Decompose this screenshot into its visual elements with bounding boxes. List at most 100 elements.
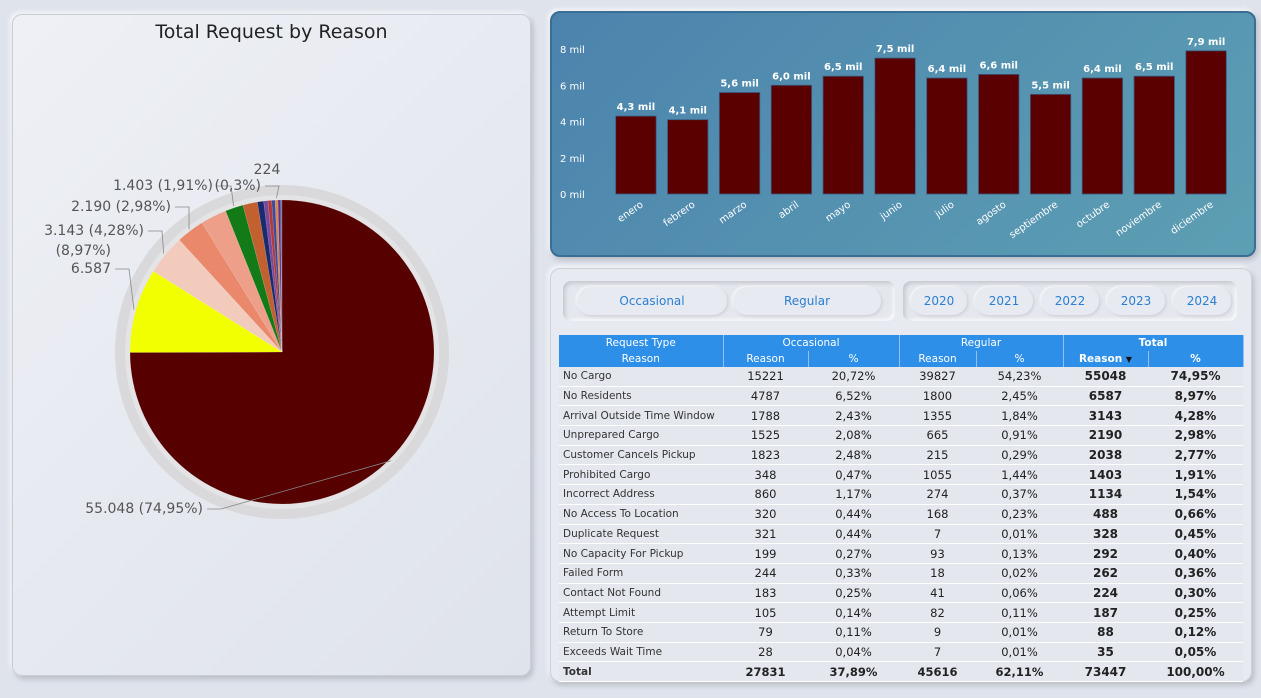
pie-chart-card: Total Request by Reason 55.048 (74,95%) 6… <box>12 14 531 676</box>
table-row[interactable]: No Access To Location 320 0,44% 168 0,23% 488… <box>559 504 1243 525</box>
bar[interactable] <box>1185 50 1227 195</box>
header-reason[interactable]: Reason <box>559 351 724 367</box>
cell-total-pct: 1,54% <box>1148 484 1243 505</box>
cell-reason-label: Duplicate Request <box>559 524 723 545</box>
cell-reason-label: Contact Not Found <box>559 583 723 604</box>
x-tick-label: enero <box>616 199 646 224</box>
cell-total-count: 35 <box>1063 642 1148 663</box>
x-tick-label: noviembre <box>1114 199 1164 239</box>
sub-header-row: Reason Reason % Reason % Reason ▼ % <box>559 351 1244 367</box>
cell-occasional-pct: 20,72% <box>808 367 899 387</box>
table-row[interactable]: Return To Store 79 0,11% 9 0,01% 88 0,12% <box>559 622 1243 643</box>
slicer-year-2023[interactable]: 2023 <box>1107 287 1165 315</box>
x-tick-label: septiembre <box>1008 199 1061 241</box>
table-row[interactable]: No Cargo 15221 20,72% 39827 54,23% 55048 74,95… <box>559 367 1243 387</box>
table-row[interactable]: Failed Form 244 0,33% 18 0,02% 262 0,36% <box>559 563 1243 584</box>
slicer-year-2020[interactable]: 2020 <box>911 287 967 315</box>
sort-desc-icon[interactable]: ▼ <box>1126 355 1132 364</box>
cell-regular-count: 39827 <box>899 367 976 387</box>
table-row[interactable]: Arrival Outside Time Window 1788 2,43% 1355… <box>559 405 1243 427</box>
table-row[interactable]: Contact Not Found 183 0,25% 41 0,06% 224 0,30% <box>559 583 1243 604</box>
cell-total-pct: 0,45% <box>1148 524 1243 545</box>
bar-data-label: 7,5 mil <box>876 44 914 55</box>
cell-occasional-count: 1525 <box>723 425 808 446</box>
header-regular-pct[interactable]: % <box>976 351 1064 367</box>
bar[interactable] <box>615 115 657 195</box>
bar-data-label: 6,5 mil <box>1135 62 1173 73</box>
cell-regular-pct: 54,23% <box>976 367 1063 387</box>
bar[interactable] <box>770 84 813 195</box>
header-total-reason[interactable]: Reason ▼ <box>1063 351 1149 367</box>
bar[interactable] <box>926 77 968 195</box>
cell-regular-pct: 62,11% <box>976 661 1063 682</box>
table-row[interactable]: Incorrect Address 860 1,17% 274 0,37% 1134 1,5… <box>559 484 1243 505</box>
cell-reason-label: Failed Form <box>559 563 723 584</box>
header-regular-reason[interactable]: Reason <box>899 351 977 367</box>
cell-occasional-pct: 0,33% <box>808 563 899 584</box>
slicer-year-2022[interactable]: 2022 <box>1041 287 1099 315</box>
reason-matrix-table: Request Type Occasional Regular Total Re… <box>559 335 1244 682</box>
bar-data-label: 6,5 mil <box>824 62 862 73</box>
cell-total-pct: 0,40% <box>1148 543 1243 564</box>
table-row[interactable]: Unprepared Cargo 1525 2,08% 665 0,91% 2190 2,9… <box>559 425 1243 446</box>
cell-regular-pct: 0,23% <box>976 504 1063 525</box>
cell-total-count: 328 <box>1063 524 1148 545</box>
header-occasional[interactable]: Occasional <box>723 335 900 351</box>
cell-reason-label: Customer Cancels Pickup <box>559 445 723 466</box>
bar[interactable] <box>874 57 916 195</box>
header-occasional-reason[interactable]: Reason <box>723 351 809 367</box>
table-row[interactable]: No Capacity For Pickup 199 0,27% 93 0,13% 292… <box>559 543 1243 564</box>
pie-data-label: 2.190 (2,98%) <box>71 199 171 215</box>
cell-regular-count: 93 <box>899 543 976 564</box>
y-tick-label: 8 mil <box>560 45 585 56</box>
bar[interactable] <box>1029 93 1072 195</box>
table-row[interactable]: Duplicate Request 321 0,44% 7 0,01% 328 0,45% <box>559 524 1243 545</box>
monthly-bar-chart[interactable]: 0 mil 2 mil 4 mil 6 mil 8 mil 4,3 mil enero 4,1… <box>552 13 1254 255</box>
bar[interactable] <box>1133 75 1175 195</box>
year-slicer: 2020 2021 2022 2023 2024 <box>903 281 1237 321</box>
x-tick-label: febrero <box>662 199 698 229</box>
cell-occasional-count: 4787 <box>723 386 808 407</box>
cell-total-count: 1134 <box>1063 484 1148 505</box>
monthly-bar-chart-card: 0 mil 2 mil 4 mil 6 mil 8 mil 4,3 mil enero 4,1… <box>550 11 1256 257</box>
table-row[interactable]: Customer Cancels Pickup 1823 2,48% 215 0,29%… <box>559 445 1243 466</box>
cell-occasional-pct: 0,14% <box>808 602 899 623</box>
slicer-year-2021[interactable]: 2021 <box>975 287 1033 315</box>
table-row[interactable]: No Residents 4787 6,52% 1800 2,45% 6587 8,97% <box>559 386 1243 407</box>
header-total-reason-label: Reason <box>1078 353 1123 365</box>
bar[interactable] <box>718 92 761 195</box>
cell-total-pct: 2,98% <box>1148 425 1243 446</box>
table-row[interactable]: Prohibited Cargo 348 0,47% 1055 1,44% 1403 1,9… <box>559 464 1243 486</box>
table-row[interactable]: Exceeds Wait Time 28 0,04% 7 0,01% 35 0,05% <box>559 642 1243 663</box>
cell-regular-pct: 0,06% <box>976 583 1063 604</box>
cell-total-count: 1403 <box>1063 464 1148 486</box>
pie-chart[interactable]: 55.048 (74,95%) 6.587 (8,97%) 3.143 (4,28%)… <box>13 15 530 675</box>
cell-reason-label: No Access To Location <box>559 504 723 525</box>
slicer-regular[interactable]: Regular <box>733 287 881 315</box>
cell-regular-count: 7 <box>899 642 976 663</box>
bar[interactable] <box>1081 77 1124 195</box>
header-occasional-pct[interactable]: % <box>808 351 900 367</box>
cell-regular-count: 18 <box>899 563 976 584</box>
bar[interactable] <box>667 119 709 195</box>
cell-occasional-pct: 0,44% <box>808 524 899 545</box>
cell-occasional-pct: 1,17% <box>808 484 899 505</box>
bar[interactable] <box>978 73 1020 195</box>
cell-total-pct: 0,25% <box>1148 602 1243 623</box>
table-row[interactable]: Attempt Limit 105 0,14% 82 0,11% 187 0,25% <box>559 602 1243 623</box>
bar-data-label: 5,5 mil <box>1031 80 1069 91</box>
cell-occasional-count: 321 <box>723 524 808 545</box>
cell-occasional-pct: 0,47% <box>808 464 899 486</box>
cell-occasional-pct: 2,43% <box>808 405 899 427</box>
slicer-occasional[interactable]: Occasional <box>577 287 727 315</box>
slicer-year-2024[interactable]: 2024 <box>1173 287 1231 315</box>
cell-reason-label: Attempt Limit <box>559 602 723 623</box>
table-total-row[interactable]: Total 27831 37,89% 45616 62,11% 73447 100,00% <box>559 661 1243 682</box>
header-total-pct[interactable]: % <box>1148 351 1244 367</box>
bar[interactable] <box>822 75 864 195</box>
cell-regular-pct: 0,01% <box>976 622 1063 643</box>
header-total[interactable]: Total <box>1063 335 1244 351</box>
cell-total-pct: 2,77% <box>1148 445 1243 466</box>
cell-regular-pct: 0,01% <box>976 642 1063 663</box>
header-regular[interactable]: Regular <box>899 335 1064 351</box>
